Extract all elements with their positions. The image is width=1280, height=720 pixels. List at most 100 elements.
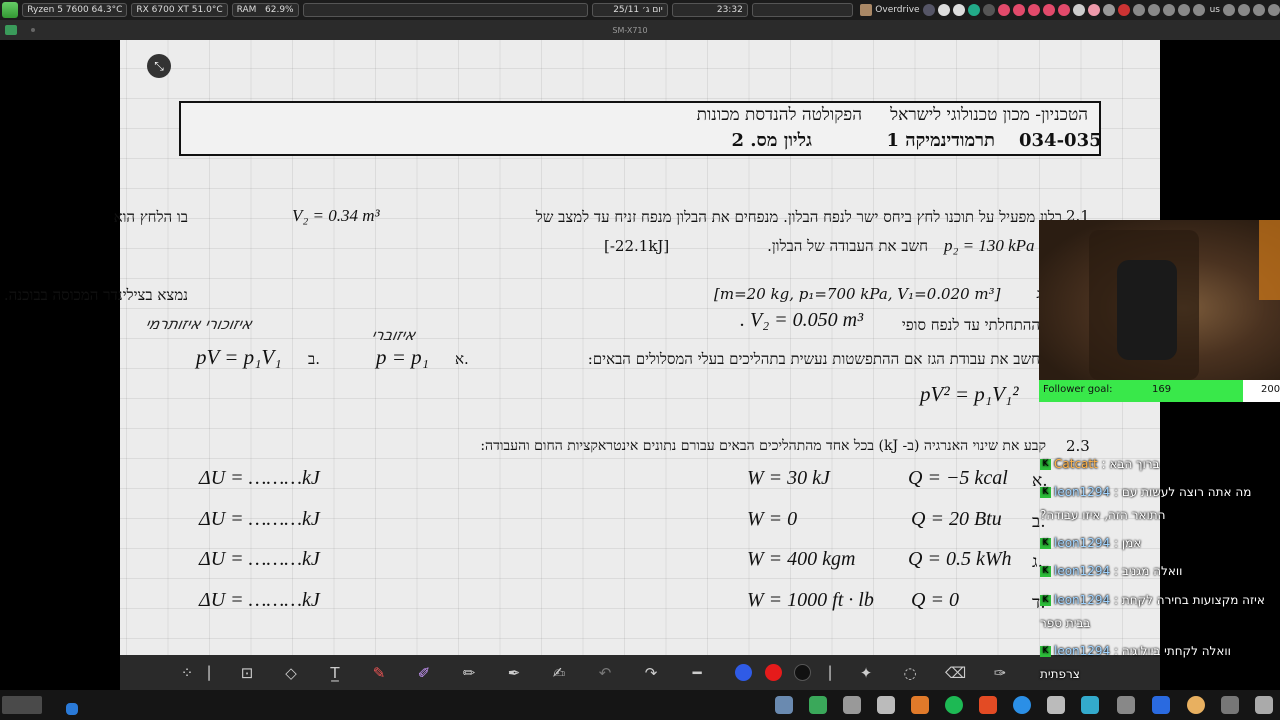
shapes-icon[interactable]: ◇ [281,664,301,682]
tray-icon-5[interactable] [982,4,995,16]
color-red-swatch[interactable] [765,664,782,681]
tray-icon-7[interactable] [1102,4,1115,16]
text-icon[interactable]: T̲ [325,664,345,682]
tray-icon-9[interactable] [1132,4,1145,16]
q21-line2: חשב את העבודה של הבלון. [767,237,928,255]
files-icon[interactable] [1117,696,1135,714]
q23-row-w: W = 400 kgm [747,548,856,570]
browser-icon[interactable] [1013,696,1031,714]
q23-row-du: ΔU = ………kJ [199,467,320,489]
spotify-icon[interactable] [945,696,963,714]
follower-goal-target: 200 [1261,384,1280,395]
power-icon[interactable] [1267,4,1280,16]
q23-row-w: W = 0 [747,508,798,530]
bluetooth-icon[interactable] [1162,4,1175,16]
apps-grid-icon[interactable]: ⁘ [177,664,197,682]
marker-icon[interactable]: ✑ [990,664,1010,682]
eraser-icon[interactable]: ⌫ [945,664,966,682]
record-icon-2[interactable] [1012,4,1025,16]
chat-badge-icon: K [1040,646,1051,657]
layers-icon[interactable] [1081,696,1099,714]
network-icon[interactable] [1177,4,1190,16]
q23-row-q: Q = 20 Btu [911,508,1002,530]
redo-icon[interactable]: ↷ [641,664,661,682]
chat-badge-icon: K [1040,487,1051,498]
tray-icon-10[interactable] [1147,4,1160,16]
sheet-number: גליון מס. 2 [731,130,812,151]
record-icon-3[interactable] [1027,4,1040,16]
chat-badge-icon: K [1040,595,1051,606]
q23-row-w: W = 1000 ft · lb [747,589,874,611]
ram-monitor: RAM 62.9% [231,3,299,17]
calligraphy-pen-icon[interactable]: ✒ [504,664,524,682]
record-icon-4[interactable] [1042,4,1055,16]
pencil-icon[interactable]: ✏ [459,664,479,682]
wifi-icon[interactable] [1237,4,1250,16]
q21-line1: בלון מפעיל על תוכנו לחץ ביחס ישר לנפח הב… [535,208,1062,226]
workspace-preview[interactable] [2,696,42,714]
date-display: 25/11 יום ג׳ [591,3,668,17]
pen-icon[interactable]: ✎ [369,664,389,682]
launcher-icon[interactable] [2,2,19,18]
stroke-width-icon[interactable]: ━ [687,664,707,682]
q21-p2: p₂ = 130 kPa [944,236,1035,255]
brush-icon[interactable]: ✍ [549,664,569,682]
discord-icon[interactable] [843,696,861,714]
taskbar-app-15[interactable] [1255,696,1273,714]
taskbar-slot[interactable] [302,3,588,17]
highlighter-icon[interactable]: ✐ [414,664,434,682]
ram-label: RAM [236,5,257,15]
camera-device [1117,260,1177,360]
steam-taskbar-icon[interactable] [877,696,895,714]
system-tray: Overdrive us [857,4,1280,16]
taskbar-app-1[interactable] [775,696,793,714]
keyboard-layout[interactable]: us [1210,5,1220,15]
brave-icon[interactable] [979,696,997,714]
magic-icon[interactable]: ✦ [856,664,876,682]
lock-icon[interactable]: ⊡ [237,664,257,682]
taskbar-app-9[interactable] [1047,696,1065,714]
collapse-icon[interactable]: ⤡ [147,54,171,78]
taskbar-app-14[interactable] [1221,696,1239,714]
q22-line2: ההתחלתי עד לנפח סופי [901,316,1040,334]
chat-badge-icon: K [1040,459,1051,470]
workspace-indicator[interactable] [66,703,78,715]
taskbar-app-2[interactable] [809,696,827,714]
color-blue-swatch[interactable] [735,664,752,681]
chat-username: leon1294 [1054,593,1111,607]
tray-icon-1[interactable] [922,4,935,16]
tray-icon-4[interactable] [967,4,980,16]
overdrive-icon[interactable] [860,4,873,16]
record-icon-5[interactable] [1057,4,1070,16]
system-top-bar: Ryzen 5 7600 64.3°C RX 6700 XT 51.0°C RA… [0,0,1280,20]
taskbar-app-13[interactable] [1187,696,1205,714]
record-icon-1[interactable] [997,4,1010,16]
lasso-icon[interactable]: ◌ [900,664,920,682]
chat-text: ?התואר הזה, איזו עבודה [1040,508,1166,522]
volume-icon[interactable] [1222,4,1235,16]
tray-icon-3[interactable] [952,4,965,16]
overdrive-label: Overdrive [875,5,920,15]
q22-line3: חשב את עבודת הגז אם ההתפשטות נעשית בתהלי… [587,350,1040,368]
taskbar-app-5[interactable] [911,696,929,714]
tray-icon-2[interactable] [937,4,950,16]
store-icon[interactable] [1152,696,1170,714]
chat-message-cont: ?התואר הזה, איזו עבודה [1040,508,1166,522]
lamp-light [1259,220,1280,300]
window-title-bar: SM-X710 [0,20,1280,40]
undo-icon[interactable]: ↶ [595,664,615,682]
q22-opt-b-label: ב. [308,350,321,368]
q22-opt-b: pV = p₁V₁ [196,345,282,369]
taskbar-slot-2[interactable] [751,3,854,17]
q23-number: 2.3 [1066,437,1090,455]
chat-message: Kleon1294 : איזה מקצועות בחירה לקחת [1040,593,1265,607]
steam-icon[interactable] [1072,4,1085,16]
chat-text: אמן [1121,536,1142,550]
tray-icon-6[interactable] [1087,4,1100,16]
chat-message: Kleon1294 : מה אתה רוצה לעשות עם [1040,485,1251,499]
q23-row-q: Q = −5 kcal [908,467,1008,489]
tray-icon-8[interactable] [1117,4,1130,16]
color-black-swatch[interactable] [794,664,811,681]
clipboard-icon[interactable] [1192,4,1205,16]
battery-icon[interactable] [1252,4,1265,16]
